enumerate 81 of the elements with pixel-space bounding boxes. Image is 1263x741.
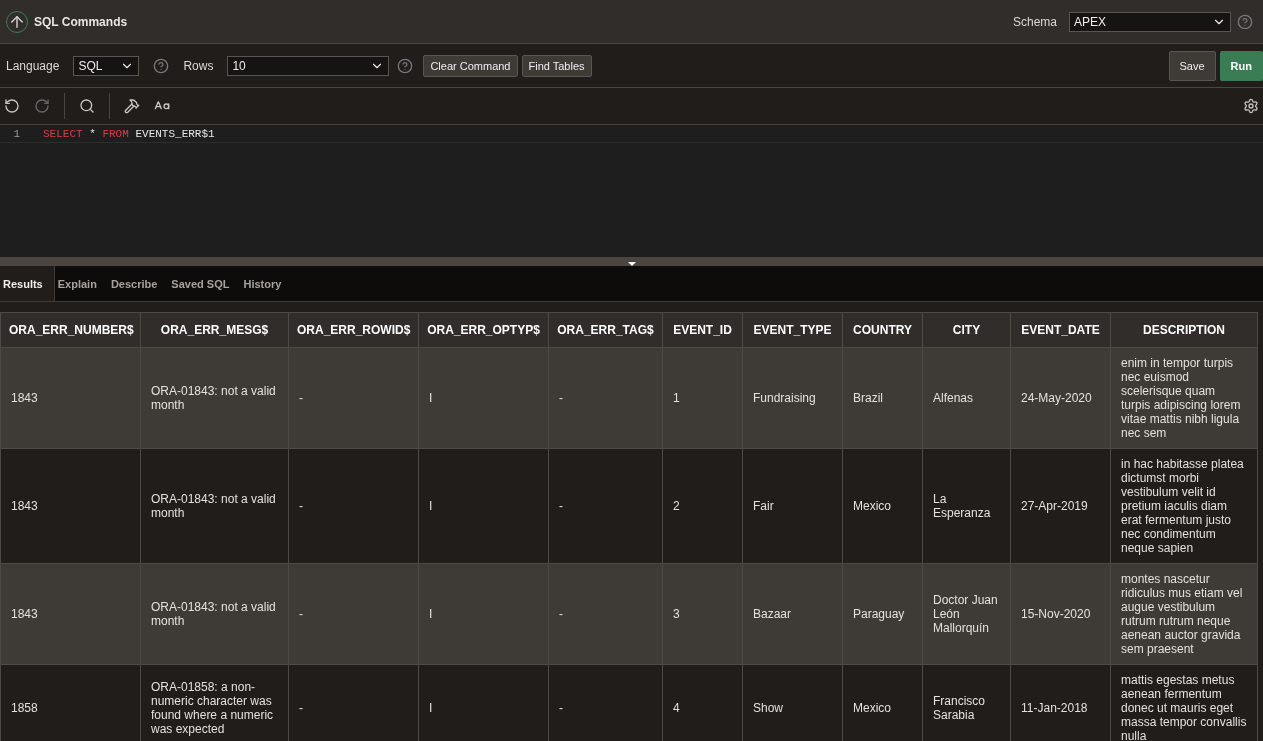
column-header: ORA_ERR_ROWID$ — [288, 312, 419, 348]
table-cell: - — [548, 664, 663, 741]
results-tab[interactable]: Explain — [54, 266, 108, 301]
results-tab[interactable]: Saved SQL — [168, 266, 241, 301]
help-icon[interactable] — [153, 57, 170, 74]
schema-label: Schema — [1012, 14, 1057, 29]
table-cell: Doctor Juan León Mallorquín — [922, 563, 1011, 665]
table-cell: 1843 — [0, 448, 141, 564]
table-cell: 1843 — [0, 563, 141, 665]
table-cell: Paraguay — [842, 563, 923, 665]
schema-select[interactable]: APEX — [1069, 11, 1231, 32]
table-cell: 24-May-2020 — [1010, 347, 1111, 449]
table-cell: - — [288, 347, 419, 449]
table-cell: 1858 — [0, 664, 141, 741]
table-cell: 1 — [662, 347, 743, 449]
table-cell: I — [418, 664, 549, 741]
table-cell: montes nascetur ridiculus mus etiam vel augue vestibulum rutrum rutrum neque aenean auctor gravida sem praesent — [1110, 563, 1258, 665]
table-cell: 27-Apr-2019 — [1010, 448, 1111, 564]
hammer-icon[interactable] — [124, 98, 140, 114]
table-cell: Mexico — [842, 664, 923, 741]
table-cell: Mexico — [842, 448, 923, 564]
toolbar-button[interactable]: Clear Command — [423, 54, 518, 77]
column-header: COUNTRY — [842, 312, 923, 348]
line-number: 1 — [12, 127, 20, 140]
column-header: ORA_ERR_OPTYP$ — [418, 312, 549, 348]
table-cell: - — [548, 563, 663, 665]
table-cell: Alfenas — [922, 347, 1011, 449]
rows-label: Rows — [183, 58, 214, 73]
table-cell: mattis egestas metus aenean fermentum donec ut mauris eget massa tempor convallis nulla — [1110, 664, 1258, 741]
table-cell: ORA-01858: a non-numeric character was found where a numeric was expected — [140, 664, 289, 741]
column-header: CITY — [922, 312, 1011, 348]
table-cell: I — [418, 563, 549, 665]
language-select[interactable]: SQL — [73, 55, 140, 76]
search-icon[interactable] — [79, 98, 95, 114]
table-cell: enim in tempor turpis nec euismod scelerisque quam turpis adipiscing lorem vitae mattis nibh ligula nec sem — [1110, 347, 1258, 449]
help-icon[interactable] — [1237, 13, 1253, 30]
table-cell: 15-Nov-2020 — [1010, 563, 1111, 665]
table-cell: 1843 — [0, 347, 141, 449]
table-cell: 2 — [662, 448, 743, 564]
save-button[interactable]: Save — [1168, 50, 1216, 81]
page-title: SQL Commands — [34, 14, 129, 29]
table-cell: ORA-01843: not a valid month — [140, 448, 289, 564]
table-cell: I — [418, 347, 549, 449]
table-cell: 11-Jan-2018 — [1010, 664, 1111, 741]
results-tab[interactable]: Describe — [107, 266, 169, 301]
rows-select[interactable]: 10 — [227, 55, 390, 76]
column-header: ORA_ERR_MESG$ — [140, 312, 289, 348]
language-label: Language — [6, 58, 60, 73]
table-cell: I — [418, 448, 549, 564]
table-cell: Brazil — [842, 347, 923, 449]
table-cell: - — [288, 563, 419, 665]
table-cell: Fundraising — [742, 347, 843, 449]
column-header: EVENT_ID — [662, 312, 743, 348]
run-button[interactable]: Run — [1219, 50, 1263, 81]
results-tab[interactable]: History — [240, 266, 293, 301]
table-cell: Fair — [742, 448, 843, 564]
code-line: SELECT * FROM EVENTS_ERR$1 — [43, 127, 215, 140]
settings-icon[interactable] — [1243, 98, 1259, 114]
table-cell: Bazaar — [742, 563, 843, 665]
table-cell: - — [288, 664, 419, 741]
help-icon[interactable] — [397, 57, 414, 74]
table-cell: ORA-01843: not a valid month — [140, 563, 289, 665]
table-cell: La Esperanza — [922, 448, 1011, 564]
table-cell: ORA-01843: not a valid month — [140, 347, 289, 449]
redo-icon[interactable] — [34, 98, 50, 114]
column-header: ORA_ERR_TAG$ — [548, 312, 663, 348]
table-cell: - — [548, 448, 663, 564]
table-cell: Francisco Sarabia — [922, 664, 1011, 741]
table-cell: Show — [742, 664, 843, 741]
column-header: EVENT_TYPE — [742, 312, 843, 348]
column-header: ORA_ERR_NUMBER$ — [0, 312, 141, 348]
results-tab[interactable]: Results — [0, 266, 55, 301]
toolbar-button[interactable]: Find Tables — [521, 54, 592, 77]
column-header: EVENT_DATE — [1010, 312, 1111, 348]
table-cell: 3 — [662, 563, 743, 665]
table-cell: in hac habitasse platea dictumst morbi vestibulum velit id pretium iaculis diam erat fermentum justo nec condimentum neque sapien — [1110, 448, 1258, 564]
undo-icon[interactable] — [4, 98, 20, 114]
table-cell: - — [548, 347, 663, 449]
table-cell: - — [288, 448, 419, 564]
column-header: DESCRIPTION — [1110, 312, 1258, 348]
table-cell: 4 — [662, 664, 743, 741]
